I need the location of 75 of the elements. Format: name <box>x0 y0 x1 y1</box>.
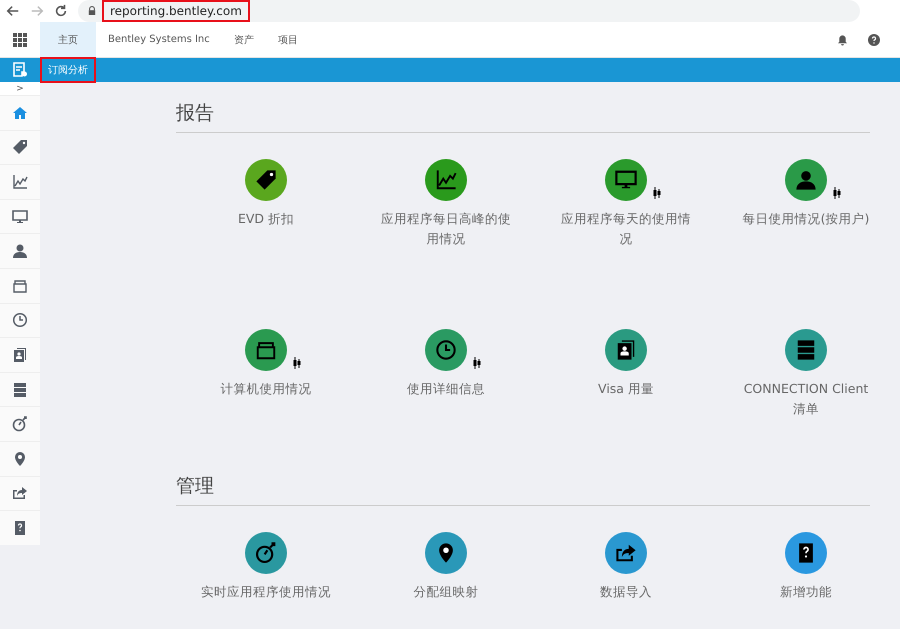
tile-label[interactable]: 分配组映射 <box>376 582 516 622</box>
back-icon[interactable] <box>6 4 20 18</box>
report-tile-button[interactable] <box>785 159 827 201</box>
help-book-icon <box>12 520 28 536</box>
section-heading: 报告 <box>176 100 870 133</box>
home-icon <box>12 104 28 121</box>
id-card-icon <box>12 346 28 363</box>
tile-label[interactable]: 应用程序每日高峰的使用情况 <box>376 209 516 249</box>
tray-icon <box>255 339 277 361</box>
tile-label[interactable]: CONNECTION Client 清单 <box>736 379 876 419</box>
nav-tab[interactable]: Bentley Systems Inc <box>96 22 222 57</box>
report-tile-button[interactable] <box>785 532 827 574</box>
tile-label[interactable]: 新增功能 <box>736 582 876 622</box>
sidebar-item[interactable] <box>0 372 40 406</box>
sidebar-item[interactable] <box>0 440 40 476</box>
nav-tab[interactable]: 资产 <box>222 22 266 57</box>
report-tile-button[interactable] <box>425 159 467 201</box>
tile-label[interactable]: 数据导入 <box>556 582 696 622</box>
user-icon <box>12 243 28 260</box>
sidebar-item[interactable] <box>0 302 40 338</box>
monitor-icon <box>12 208 28 225</box>
clock-icon <box>12 312 28 328</box>
report-tile-button[interactable] <box>245 159 287 201</box>
user-icon <box>795 169 817 191</box>
section-heading: 管理 <box>176 473 870 506</box>
sidebar-item[interactable] <box>0 268 40 303</box>
sidebar-item[interactable] <box>0 95 40 130</box>
report-tile-button[interactable] <box>245 532 287 574</box>
url-text: reporting.bentley.com <box>102 0 250 22</box>
tray-icon <box>12 278 28 294</box>
tile-label[interactable]: EVD 折扣 <box>196 209 336 249</box>
reload-icon[interactable] <box>54 4 68 18</box>
location-pin-icon <box>12 450 28 467</box>
lock-icon <box>88 6 96 16</box>
expand-button[interactable]: > <box>0 82 40 95</box>
sidebar-item[interactable] <box>0 406 40 441</box>
sidebar-item[interactable] <box>0 198 40 234</box>
sidebar-item[interactable] <box>0 233 40 268</box>
tile-label[interactable]: Visa 用量 <box>556 379 696 419</box>
monitor-icon <box>615 169 637 191</box>
report-tile-button[interactable] <box>605 532 647 574</box>
tag-icon <box>255 169 277 191</box>
report-tile-button[interactable] <box>425 532 467 574</box>
line-chart-icon <box>12 174 28 190</box>
help-icon[interactable] <box>868 34 880 46</box>
nav-tab[interactable]: 主页 <box>40 22 96 57</box>
tag-icon <box>12 139 28 156</box>
tile-label[interactable]: 计算机使用情况 <box>196 379 336 419</box>
bell-icon[interactable] <box>837 34 848 46</box>
sidebar-item[interactable] <box>0 337 40 372</box>
report-tile-button[interactable] <box>425 329 467 371</box>
drawers-icon <box>795 339 817 361</box>
tile-label[interactable]: 使用详细信息 <box>376 379 516 419</box>
sub-tab[interactable]: 订阅分析 <box>40 57 96 83</box>
sidebar-item[interactable] <box>0 164 40 199</box>
clock-icon <box>435 339 457 361</box>
report-tile-button[interactable] <box>785 329 827 371</box>
report-tile-button[interactable] <box>605 329 647 371</box>
sidebar-item[interactable] <box>0 130 40 164</box>
nav-tab[interactable]: 项目 <box>266 22 310 57</box>
stopwatch-icon <box>255 542 277 564</box>
sidebar-item[interactable] <box>0 476 40 510</box>
report-tile-button[interactable] <box>245 329 287 371</box>
tile-label[interactable]: 实时应用程序使用情况 <box>196 582 336 622</box>
share-icon <box>615 542 637 564</box>
tile-label[interactable]: 应用程序每天的使用情况 <box>556 209 696 249</box>
address-bar[interactable]: reporting.bentley.com <box>78 0 860 22</box>
stopwatch-icon <box>12 416 28 432</box>
line-chart-icon <box>435 169 457 191</box>
id-card-icon <box>615 339 637 361</box>
tile-label[interactable]: 每日使用情况(按用户) <box>736 209 876 249</box>
report-tile-button[interactable] <box>605 159 647 201</box>
sidebar-item[interactable] <box>0 510 40 545</box>
drawers-icon <box>12 382 28 398</box>
share-icon <box>12 485 28 502</box>
